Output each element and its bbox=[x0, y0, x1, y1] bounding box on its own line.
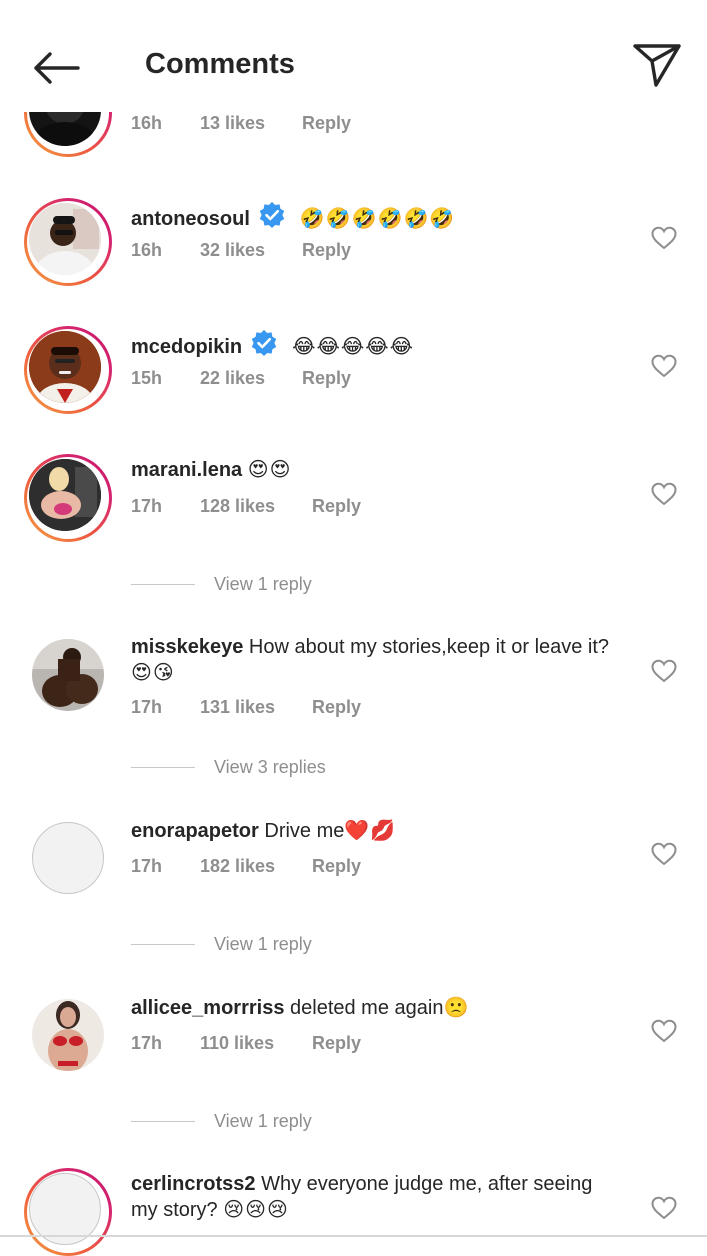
avatar[interactable] bbox=[32, 999, 104, 1071]
comment-username[interactable]: allicee_morrriss bbox=[131, 997, 284, 1019]
comment-likes[interactable]: 182 likes bbox=[200, 856, 275, 877]
avatar[interactable] bbox=[24, 198, 112, 286]
comment-text: deleted me again bbox=[290, 997, 444, 1019]
comment-time: 15h bbox=[131, 368, 163, 388]
comment-username[interactable]: mcedopikin bbox=[131, 336, 242, 358]
like-heart-icon[interactable] bbox=[651, 482, 677, 506]
comment-likes[interactable]: 22 likes bbox=[200, 368, 265, 389]
comment-emoji: 😍😘 bbox=[131, 660, 175, 684]
header-bar: Comments bbox=[0, 0, 707, 112]
like-heart-icon[interactable] bbox=[651, 1196, 677, 1220]
reply-button[interactable]: Reply bbox=[302, 240, 351, 261]
reply-button[interactable]: Reply bbox=[312, 1033, 361, 1054]
comment-likes[interactable]: 110 likes bbox=[200, 1033, 274, 1054]
paper-plane-icon[interactable] bbox=[632, 42, 682, 88]
avatar[interactable] bbox=[24, 1168, 112, 1256]
comment-likes[interactable]: 32 likes bbox=[200, 240, 265, 261]
like-heart-icon[interactable] bbox=[651, 1019, 677, 1043]
divider bbox=[131, 944, 195, 945]
view-replies-label[interactable]: View 1 reply bbox=[214, 934, 312, 955]
reply-button[interactable]: Reply bbox=[312, 496, 361, 517]
avatar[interactable] bbox=[32, 822, 104, 894]
view-replies-label[interactable]: View 1 reply bbox=[214, 574, 312, 595]
comment-username[interactable]: misskekeye bbox=[131, 636, 243, 658]
comment-likes[interactable]: 13 likes bbox=[200, 113, 265, 134]
comment-time: 17h bbox=[131, 856, 163, 876]
comment-time: 17h bbox=[131, 1033, 163, 1053]
reply-button[interactable]: Reply bbox=[312, 697, 361, 718]
divider bbox=[131, 767, 195, 768]
comment-username[interactable]: marani.lena bbox=[131, 459, 242, 481]
comment-text: Drive me bbox=[264, 820, 345, 842]
comment-username[interactable]: enorapapetor bbox=[131, 820, 259, 842]
comment-list[interactable]: 16h 13 likes Reply antoneosoul 🤣🤣🤣🤣🤣🤣 16… bbox=[0, 0, 707, 1256]
comment-username[interactable]: antoneosoul bbox=[131, 208, 250, 230]
view-replies-label[interactable]: View 1 reply bbox=[214, 1111, 312, 1132]
verified-badge-icon bbox=[259, 202, 285, 228]
reply-button[interactable]: Reply bbox=[312, 856, 361, 877]
comment-emoji: 😂😂😂😂😂 bbox=[292, 334, 414, 358]
view-replies-label[interactable]: View 3 replies bbox=[214, 757, 326, 778]
comment-emoji: 🤣🤣🤣🤣🤣🤣 bbox=[299, 206, 456, 230]
divider bbox=[131, 1121, 195, 1122]
comment-emoji: 😢😢😢 bbox=[223, 1197, 289, 1221]
reply-button[interactable]: Reply bbox=[302, 368, 351, 389]
comment-time: 17h bbox=[131, 496, 163, 516]
avatar[interactable] bbox=[32, 639, 104, 711]
comment-time: 17h bbox=[131, 697, 163, 717]
reply-button[interactable]: Reply bbox=[302, 113, 351, 134]
comment-likes[interactable]: 128 likes bbox=[200, 496, 275, 517]
arrow-left-icon[interactable] bbox=[30, 48, 82, 88]
like-heart-icon[interactable] bbox=[651, 354, 677, 378]
comment-emoji: 😍😍 bbox=[247, 457, 292, 481]
comment-text: How about my stories,keep it or leave it… bbox=[248, 636, 610, 658]
comment-username[interactable]: cerlincrotss2 bbox=[131, 1173, 256, 1195]
like-heart-icon[interactable] bbox=[651, 842, 677, 866]
comment-time: 16h bbox=[131, 240, 163, 260]
like-heart-icon[interactable] bbox=[651, 226, 677, 250]
page-title: Comments bbox=[145, 48, 295, 80]
avatar[interactable] bbox=[24, 326, 112, 414]
comment-likes[interactable]: 131 likes bbox=[200, 697, 275, 718]
bottom-divider bbox=[0, 1235, 707, 1237]
comment-emoji: 🙁 bbox=[443, 995, 470, 1019]
verified-badge-icon bbox=[251, 330, 277, 356]
comment-emoji: ❤️💋 bbox=[344, 818, 397, 842]
comment-time: 16h bbox=[131, 113, 163, 133]
avatar[interactable] bbox=[24, 454, 112, 542]
like-heart-icon[interactable] bbox=[651, 659, 677, 683]
divider bbox=[131, 584, 195, 585]
